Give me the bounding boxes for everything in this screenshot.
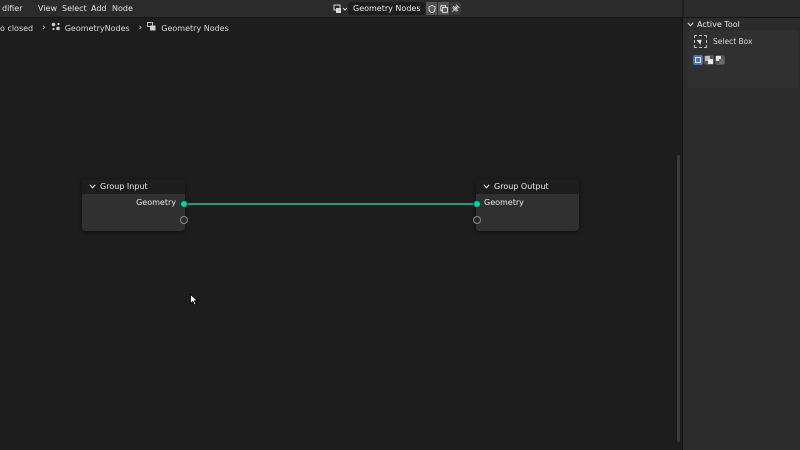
mode-extend-icon-part — [708, 59, 713, 64]
group-input-body: Geometry — [82, 194, 188, 231]
mode-new-button[interactable] — [693, 55, 703, 65]
group-output-geometry-label: Geometry — [484, 198, 524, 207]
group-output-node[interactable]: Group Output Geometry — [473, 179, 579, 231]
group-output-title: Group Output — [494, 182, 549, 191]
select-box-label: Select Box — [713, 37, 753, 46]
node-editor-app: difier View Select Add Node Geometry Nod… — [0, 0, 800, 450]
sidebar: Active Tool Select Box — [682, 18, 800, 450]
active-tool-panel-header[interactable]: Active Tool — [687, 20, 740, 29]
chevron-down-icon[interactable] — [483, 183, 490, 191]
group-input-header[interactable]: Group Input — [82, 179, 185, 194]
group-output-empty-socket[interactable] — [473, 216, 481, 224]
group-output-geometry-socket[interactable] — [473, 200, 481, 208]
select-box-icon — [694, 35, 707, 48]
mode-extend-button[interactable] — [704, 55, 714, 65]
chevron-down-icon[interactable] — [687, 21, 694, 29]
header-divider — [682, 0, 684, 17]
select-box-tool[interactable]: Select Box — [694, 35, 752, 48]
group-input-node[interactable]: Group Input Geometry — [82, 179, 188, 231]
mode-new-icon — [695, 57, 701, 63]
canvas-scrollbar[interactable] — [677, 155, 680, 442]
group-input-empty-socket[interactable] — [180, 216, 188, 224]
active-tool-panel-title: Active Tool — [697, 20, 740, 29]
group-input-geometry-label: Geometry — [136, 198, 176, 207]
selection-mode-buttons — [693, 55, 726, 65]
group-input-geometry-socket[interactable] — [180, 200, 188, 208]
mouse-cursor-icon — [190, 294, 199, 306]
mode-subtract-icon-part — [719, 59, 724, 64]
group-input-title: Group Input — [100, 182, 148, 191]
mode-subtract-button[interactable] — [715, 55, 725, 65]
group-output-header[interactable]: Group Output — [476, 179, 579, 194]
group-output-body: Geometry — [473, 194, 579, 231]
chevron-down-icon[interactable] — [89, 183, 96, 191]
